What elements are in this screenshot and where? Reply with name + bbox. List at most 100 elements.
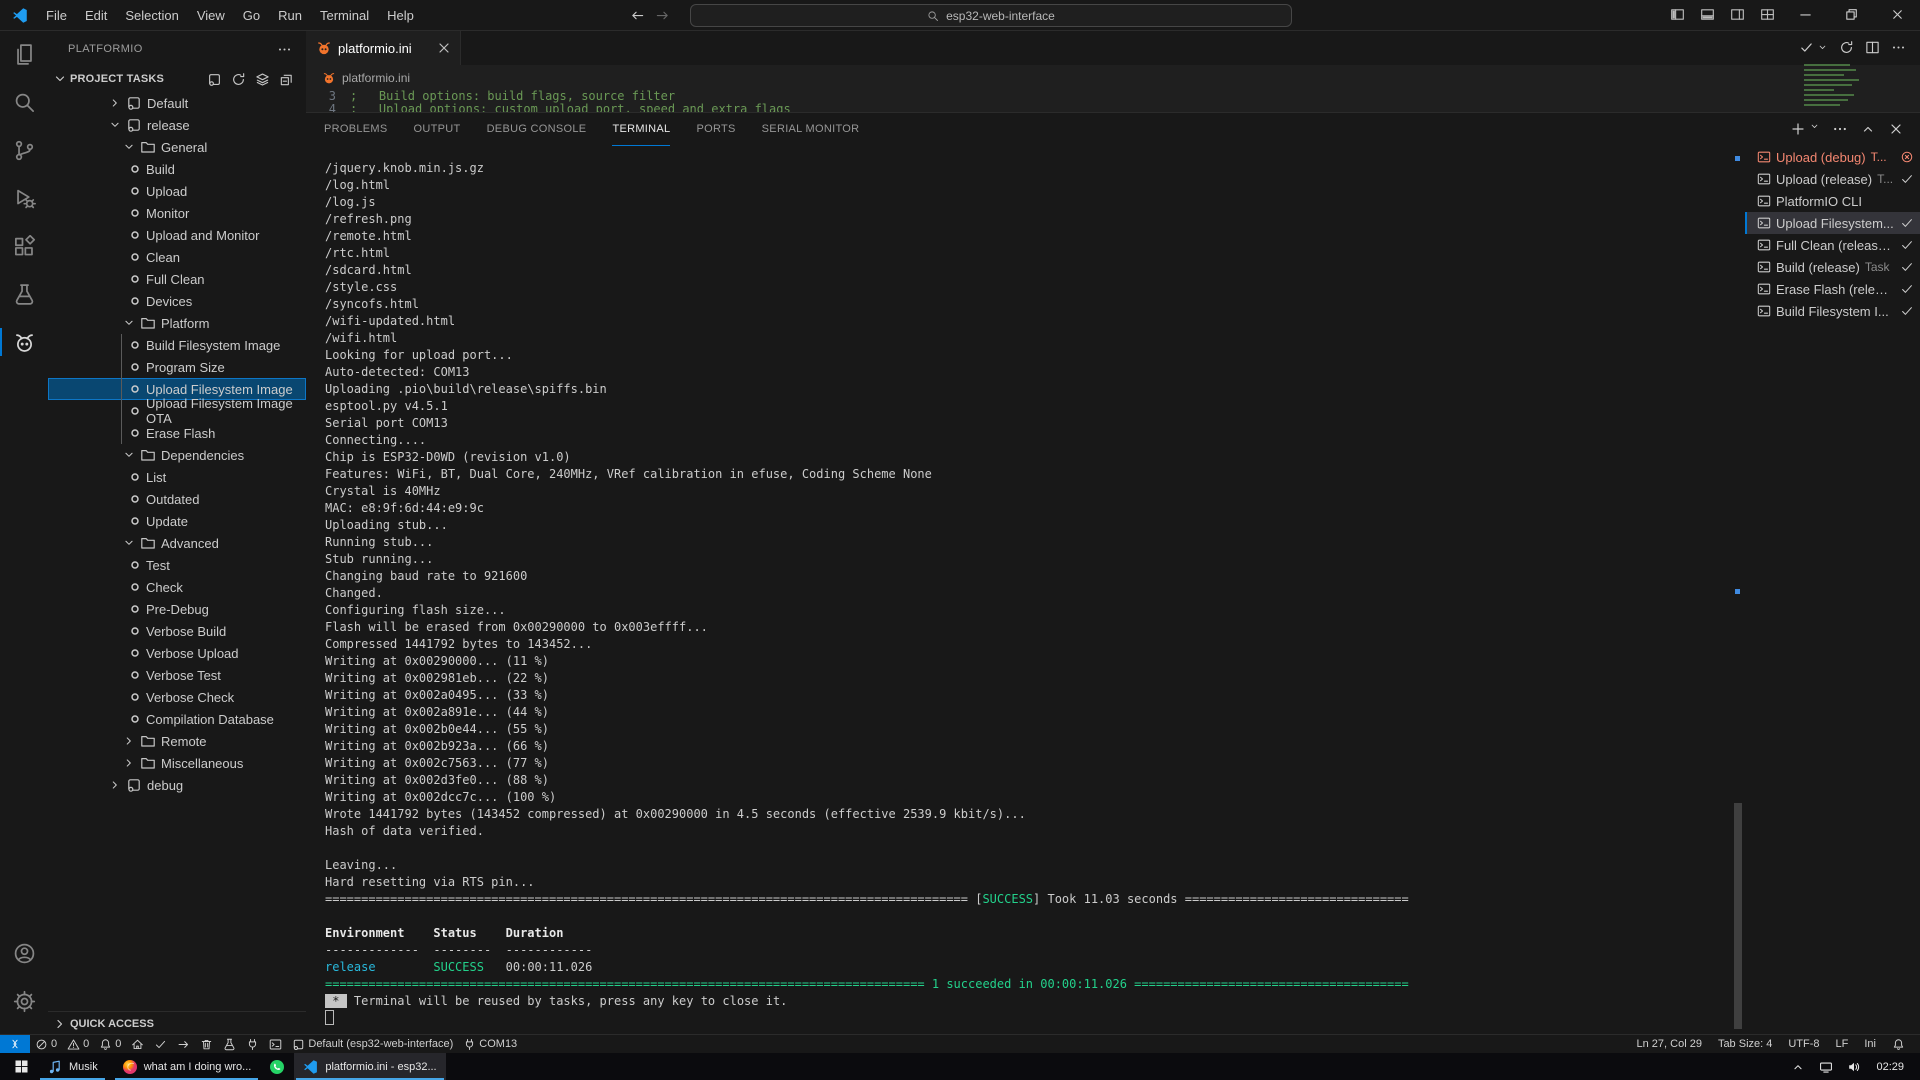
tree-item-pre-debug[interactable]: Pre-Debug (48, 598, 306, 620)
tree-item-list[interactable]: List (48, 466, 306, 488)
activity-explorer[interactable] (0, 30, 48, 78)
taskbar-media-widget[interactable]: Musik (38, 1053, 107, 1080)
remote-indicator[interactable] (0, 1035, 30, 1053)
tree-item-upload[interactable]: Upload (48, 180, 306, 202)
terminal-scrollbar[interactable] (1733, 146, 1743, 1035)
activity-settings[interactable] (0, 977, 48, 1025)
tree-item-upload-filesystem-image-ota[interactable]: Upload Filesystem Image OTA (48, 400, 306, 422)
status-pio-terminal[interactable] (264, 1035, 287, 1053)
tree-item-update[interactable]: Update (48, 510, 306, 532)
terminal-instance-platformio-cli[interactable]: PlatformIO CLI (1745, 190, 1920, 212)
tree-item-erase-flash[interactable]: Erase Flash (48, 422, 306, 444)
more-actions-icon[interactable] (277, 42, 292, 57)
tree-item-verbose-upload[interactable]: Verbose Upload (48, 642, 306, 664)
tree-item-general[interactable]: General (48, 136, 306, 158)
tree-item-build[interactable]: Build (48, 158, 306, 180)
maximize-panel-icon[interactable] (1860, 121, 1876, 137)
activity-testing[interactable] (0, 270, 48, 318)
run-task-icon[interactable] (1799, 40, 1814, 55)
status-pio-clean[interactable] (195, 1035, 218, 1053)
section-action-env-icon[interactable] (207, 72, 222, 87)
tree-item-outdated[interactable]: Outdated (48, 488, 306, 510)
status-errors[interactable]: 0 (30, 1035, 62, 1053)
activity-run-and-debug[interactable] (0, 174, 48, 222)
terminal-instance-build-filesystem-i[interactable]: Build Filesystem I... (1745, 300, 1920, 322)
status-pio-test[interactable] (218, 1035, 241, 1053)
tree-item-verbose-build[interactable]: Verbose Build (48, 620, 306, 642)
sync-icon[interactable] (1839, 40, 1854, 55)
maximize-button[interactable] (1828, 0, 1874, 29)
section-action-layers-icon[interactable] (255, 72, 270, 87)
section-action-collapse-icon[interactable] (279, 72, 294, 87)
status-pio-build[interactable] (149, 1035, 172, 1053)
panel-tab-output[interactable]: OUTPUT (414, 113, 461, 146)
close-window-button[interactable] (1874, 0, 1920, 29)
terminal-instance-upload-release[interactable]: Upload (release)T... (1745, 168, 1920, 190)
tree-item-test[interactable]: Test (48, 554, 306, 576)
tray-expand[interactable] (1786, 1060, 1810, 1074)
tree-item-remote[interactable]: Remote (48, 730, 306, 752)
tree-item-devices[interactable]: Devices (48, 290, 306, 312)
status-warnings[interactable]: 0 (62, 1035, 94, 1053)
status-eol[interactable]: LF (1829, 1038, 1856, 1050)
command-decoration[interactable] (1735, 156, 1740, 161)
taskbar-firefox[interactable]: what am I doing wro... (113, 1053, 261, 1080)
menu-edit[interactable]: Edit (76, 5, 116, 26)
tree-item-miscellaneous[interactable]: Miscellaneous (48, 752, 306, 774)
status-language-mode[interactable]: Ini (1857, 1038, 1883, 1050)
status-cursor-position[interactable]: Ln 27, Col 29 (1630, 1038, 1709, 1050)
status-pio-port[interactable]: COM13 (458, 1035, 522, 1053)
minimap[interactable] (1804, 64, 1862, 108)
activity-accounts[interactable] (0, 929, 48, 977)
customize-layout-button[interactable] (1752, 0, 1782, 29)
tree-item-compilation-database[interactable]: Compilation Database (48, 708, 306, 730)
panel-tab-ports[interactable]: PORTS (696, 113, 735, 146)
nav-forward-icon[interactable] (655, 8, 670, 23)
toggle-panel-button[interactable] (1692, 0, 1722, 29)
activity-source-control[interactable] (0, 126, 48, 174)
menu-selection[interactable]: Selection (116, 5, 187, 26)
menu-file[interactable]: File (37, 5, 76, 26)
status-indentation[interactable]: Tab Size: 4 (1711, 1038, 1779, 1050)
more-actions-icon[interactable] (1832, 121, 1848, 137)
volume-tray[interactable] (1842, 1060, 1866, 1074)
panel-tab-terminal[interactable]: TERMINAL (612, 113, 670, 146)
close-icon[interactable] (436, 40, 452, 56)
tab-platformio-ini[interactable]: platformio.ini (306, 30, 461, 65)
tree-item-upload-and-monitor[interactable]: Upload and Monitor (48, 224, 306, 246)
status-pio-home[interactable] (126, 1035, 149, 1053)
terminal-instance-upload-debug[interactable]: Upload (debug)T... (1745, 146, 1920, 168)
menu-view[interactable]: View (188, 5, 234, 26)
split-editor-icon[interactable] (1865, 40, 1880, 55)
menu-run[interactable]: Run (269, 5, 311, 26)
terminal-instance-erase-flash-releas[interactable]: Erase Flash (releas... (1745, 278, 1920, 300)
editor-code[interactable]: 3; Build options: build flags, source fi… (306, 90, 1920, 112)
status-ports[interactable]: 0 (94, 1035, 126, 1053)
tree-item-build-filesystem-image[interactable]: Build Filesystem Image (48, 334, 306, 356)
terminal-instance-build-release[interactable]: Build (release)Task (1745, 256, 1920, 278)
status-pio-serial-monitor[interactable] (241, 1035, 264, 1053)
tree-item-release[interactable]: release (48, 114, 306, 136)
quick-access-header[interactable]: QUICK ACCESS (48, 1011, 306, 1035)
menu-terminal[interactable]: Terminal (311, 5, 378, 26)
new-terminal-icon[interactable] (1790, 121, 1806, 137)
close-panel-icon[interactable] (1888, 121, 1904, 137)
tree-item-clean[interactable]: Clean (48, 246, 306, 268)
nav-back-icon[interactable] (630, 8, 645, 23)
scrollbar-thumb[interactable] (1734, 803, 1742, 1029)
activity-extensions[interactable] (0, 222, 48, 270)
status-pio-upload[interactable] (172, 1035, 195, 1053)
section-action-sync-icon[interactable] (231, 72, 246, 87)
panel-tab-debug-console[interactable]: DEBUG CONSOLE (487, 113, 587, 146)
activity-platformio[interactable] (0, 318, 48, 366)
tree-item-verbose-check[interactable]: Verbose Check (48, 686, 306, 708)
status-pio-env[interactable]: Default (esp32-web-interface) (287, 1035, 458, 1053)
start-button[interactable] (5, 1053, 38, 1080)
tree-item-monitor[interactable]: Monitor (48, 202, 306, 224)
activity-search[interactable] (0, 78, 48, 126)
status-notifications[interactable] (1885, 1038, 1912, 1051)
panel-tab-serial-monitor[interactable]: SERIAL MONITOR (762, 113, 860, 146)
tree-item-advanced[interactable]: Advanced (48, 532, 306, 554)
tree-item-platform[interactable]: Platform (48, 312, 306, 334)
terminal-dropdown-icon[interactable] (1809, 121, 1820, 132)
